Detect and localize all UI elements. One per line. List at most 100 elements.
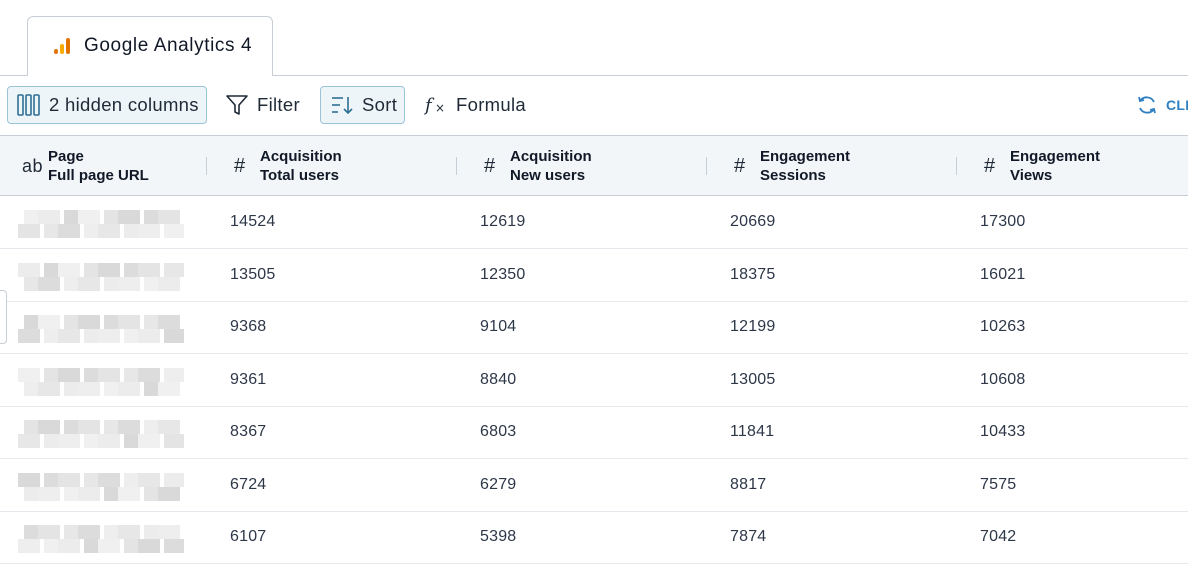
column-name: Total users	[260, 167, 339, 184]
cell-value: 16021	[980, 265, 1026, 283]
column-name: Views	[1010, 167, 1053, 184]
cell-value: 10433	[980, 423, 1026, 440]
table-row[interactable]: 6724 6279 8817 7575	[0, 459, 1188, 512]
views-cell[interactable]: 17300	[980, 196, 1026, 248]
new-users-cell[interactable]: 12350	[480, 249, 526, 301]
column-name: Sessions	[760, 167, 826, 184]
cell-value: 13005	[730, 370, 776, 388]
cell-value: 10263	[980, 318, 1026, 335]
total-users-cell[interactable]: 8367	[230, 406, 266, 458]
side-panel-handle[interactable]	[0, 290, 7, 344]
column-group: Page	[48, 148, 84, 165]
sort-label: Sort	[362, 94, 398, 115]
cell-value: 11841	[730, 423, 775, 440]
column-group: Engagement	[1010, 148, 1101, 165]
column-header-total-users[interactable]: # Acquisition Total users	[234, 136, 342, 196]
column-name: Full page URL	[48, 167, 149, 184]
new-users-cell[interactable]: 6279	[480, 459, 516, 511]
sessions-cell[interactable]: 12199	[730, 301, 776, 353]
column-group: Acquisition	[510, 148, 592, 165]
redacted-url	[18, 420, 184, 450]
clear-label: CLI	[1166, 97, 1188, 113]
total-users-cell[interactable]: 6724	[230, 459, 266, 511]
cell-value: 18375	[730, 265, 776, 283]
views-cell[interactable]: 10263	[980, 301, 1026, 353]
table-row[interactable]: 14524 12619 20669 17300	[0, 196, 1188, 249]
total-users-cell[interactable]: 13505	[230, 249, 276, 301]
table-row[interactable]: 8367 6803 11841 10433	[0, 406, 1188, 459]
tab-label: Google Analytics 4	[84, 35, 253, 56]
number-type-icon: #	[984, 154, 996, 177]
number-type-icon: #	[734, 154, 746, 177]
cell-value: 9104	[480, 318, 517, 335]
sort-button[interactable]: Sort	[320, 86, 405, 124]
cell-value: 8367	[230, 423, 267, 440]
columns-icon	[17, 94, 40, 116]
column-resize-handle[interactable]	[706, 157, 707, 175]
redacted-url	[18, 367, 184, 398]
column-header-views[interactable]: # Engagement Views	[984, 136, 1100, 196]
column-header-sessions[interactable]: # Engagement Sessions	[734, 136, 850, 196]
redacted-url	[18, 472, 184, 503]
table-row[interactable]: 9368 9104 12199 10263	[0, 301, 1188, 354]
column-resize-handle[interactable]	[206, 157, 207, 175]
cell-value: 6803	[480, 423, 517, 440]
hidden-columns-label: 2 hidden columns	[49, 94, 199, 115]
cell-value: 7042	[980, 528, 1017, 545]
new-users-cell[interactable]: 5398	[480, 511, 516, 563]
svg-text:×: ×	[435, 101, 445, 115]
total-users-cell[interactable]: 6107	[230, 511, 266, 563]
cell-value: 6724	[230, 475, 267, 493]
views-cell[interactable]: 10433	[980, 406, 1026, 458]
total-users-cell[interactable]: 9368	[230, 301, 266, 353]
column-group: Engagement	[760, 148, 851, 165]
sessions-cell[interactable]: 7874	[730, 511, 766, 563]
cell-value: 7874	[730, 528, 767, 545]
redacted-url	[18, 315, 184, 345]
cell-value: 20669	[730, 213, 776, 230]
column-name: New users	[510, 167, 586, 184]
column-group: Acquisition	[260, 148, 342, 165]
total-users-cell[interactable]: 9361	[230, 354, 266, 406]
cell-value: 13505	[230, 265, 276, 283]
views-cell[interactable]: 16021	[980, 249, 1026, 301]
sessions-cell[interactable]: 20669	[730, 196, 776, 248]
clear-button[interactable]: CLI	[1136, 86, 1188, 124]
column-header-new-users[interactable]: # Acquisition New users	[484, 136, 592, 196]
column-resize-handle[interactable]	[456, 157, 457, 175]
text-type-icon: ab	[22, 155, 44, 176]
cell-value: 6279	[480, 475, 517, 493]
table-row[interactable]: 6107 5398 7874 7042	[0, 511, 1188, 564]
filter-button[interactable]: Filter	[225, 86, 307, 124]
redacted-url	[18, 525, 184, 555]
new-users-cell[interactable]: 8840	[480, 354, 516, 406]
sessions-cell[interactable]: 11841	[730, 406, 774, 458]
redacted-url	[18, 262, 184, 293]
total-users-cell[interactable]: 14524	[230, 196, 276, 248]
cell-value: 14524	[230, 213, 276, 230]
table-row[interactable]: 9361 8840 13005 10608	[0, 354, 1188, 407]
column-header-page[interactable]: ab Page Full page URL	[22, 136, 149, 196]
new-users-cell[interactable]: 6803	[480, 406, 516, 458]
formula-button[interactable]: f × Formula	[424, 86, 534, 124]
redacted-url	[18, 210, 184, 240]
sessions-cell[interactable]: 18375	[730, 249, 776, 301]
sort-icon	[332, 97, 353, 115]
sessions-cell[interactable]: 8817	[730, 459, 766, 511]
table-row[interactable]: 13505 12350 18375 16021	[0, 249, 1188, 302]
views-cell[interactable]: 10608	[980, 354, 1026, 406]
filter-label: Filter	[257, 94, 300, 115]
formula-label: Formula	[456, 94, 526, 115]
number-type-icon: #	[234, 154, 246, 177]
google-analytics-icon	[54, 38, 70, 54]
new-users-cell[interactable]: 12619	[480, 196, 526, 248]
views-cell[interactable]: 7042	[980, 511, 1016, 563]
cell-value: 12199	[730, 318, 776, 335]
tab-google-analytics-4[interactable]: Google Analytics 4	[27, 16, 273, 75]
cell-value: 12619	[480, 213, 526, 230]
column-resize-handle[interactable]	[956, 157, 957, 175]
views-cell[interactable]: 7575	[980, 459, 1016, 511]
hidden-columns-button[interactable]: 2 hidden columns	[7, 86, 207, 124]
sessions-cell[interactable]: 13005	[730, 354, 776, 406]
new-users-cell[interactable]: 9104	[480, 301, 516, 353]
